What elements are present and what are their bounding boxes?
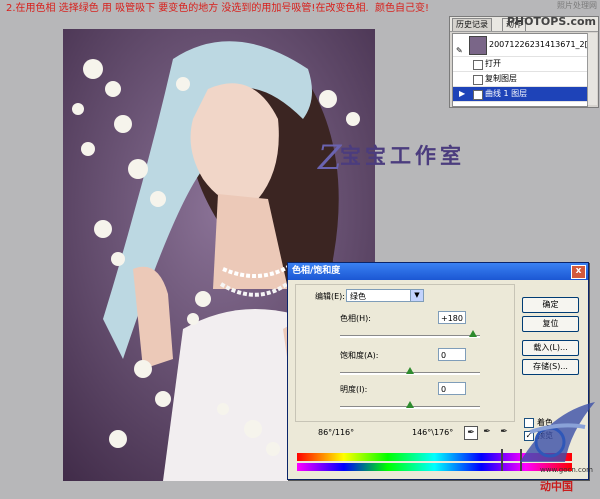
adjust-group [295, 284, 515, 422]
range-marker-left[interactable] [501, 449, 503, 471]
range-right-readout: 146°\176° [412, 428, 454, 437]
watermark-glyph: Z [318, 138, 342, 178]
saturation-slider-knob[interactable] [406, 367, 414, 374]
history-item-selected[interactable]: ▶ 曲线 1 图层 [453, 87, 587, 102]
history-step-icon [473, 90, 483, 100]
hue-label: 色相(H): [340, 314, 371, 323]
lightness-slider-knob[interactable] [406, 401, 414, 408]
close-button[interactable]: x [571, 265, 586, 279]
history-list: ✎ 20071226231413671_2[1 打开 复制图层 ▶ 曲线 1 图… [452, 33, 593, 107]
photops-logo: PHOTOPS.com [506, 15, 596, 28]
eyedropper-plus-icon[interactable]: ✒ [481, 426, 493, 438]
chevron-down-icon: ▼ [410, 290, 423, 301]
range-left-readout: 86°/116° [318, 428, 355, 437]
history-item-label: 打开 [485, 59, 501, 68]
eyedropper-minus-icon[interactable]: ✒ [498, 426, 510, 438]
dialog-title: 色相/饱和度 [292, 266, 341, 276]
site-label: 照片处理网 [557, 1, 597, 10]
hue-slider-knob[interactable] [469, 330, 477, 337]
history-snapshot[interactable]: ✎ 20071226231413671_2[1 [453, 34, 593, 57]
save-button[interactable]: 存储(S)... [522, 359, 579, 375]
history-item-label: 曲线 1 图层 [485, 89, 528, 98]
history-item-label: 复制图层 [485, 74, 517, 83]
history-step-icon [473, 75, 483, 85]
brand-text: 动中国 [540, 480, 573, 493]
ok-button[interactable]: 确定 [522, 297, 579, 313]
history-tabs: 历史记录 动作 PHOTOPS.com [450, 15, 598, 32]
load-button[interactable]: 载入(L)... [522, 340, 579, 356]
lightness-label: 明度(I): [340, 385, 368, 394]
brand-url: www.gocn.com [540, 466, 593, 474]
history-panel: 历史记录 动作 PHOTOPS.com ✎ 20071226231413671_… [449, 15, 599, 108]
saturation-input[interactable]: 0 [438, 348, 466, 361]
current-state-icon: ▶ [459, 89, 466, 98]
history-item[interactable]: 打开 [453, 57, 587, 72]
history-step-icon [473, 60, 483, 70]
tab-history[interactable]: 历史记录 [452, 18, 492, 31]
history-scrollbar[interactable] [587, 33, 597, 105]
hue-input[interactable]: +180 [438, 311, 466, 324]
saturation-label: 饱和度(A): [340, 351, 379, 360]
snapshot-label: 20071226231413671_2[1 [489, 40, 593, 49]
snapshot-thumbnail [469, 36, 487, 55]
hue-slider-track[interactable] [340, 335, 480, 338]
history-item[interactable]: 复制图层 [453, 72, 587, 87]
lightness-input[interactable]: 0 [438, 382, 466, 395]
edit-select[interactable]: 绿色 ▼ [346, 289, 424, 302]
dialog-titlebar[interactable]: 色相/饱和度 x [288, 263, 588, 280]
instruction-text: 2.在用色相 选择绿色 用 吸管吸下 要变色的地方 没选到的用加号吸管!在改变色… [6, 3, 429, 14]
eyedropper-icon[interactable]: ✒ [464, 426, 478, 440]
watermark-text: 宝宝工作室 [340, 143, 465, 168]
reset-button[interactable]: 复位 [522, 316, 579, 332]
edit-select-value: 绿色 [350, 292, 366, 301]
edit-label: 编辑(E): [315, 292, 345, 301]
